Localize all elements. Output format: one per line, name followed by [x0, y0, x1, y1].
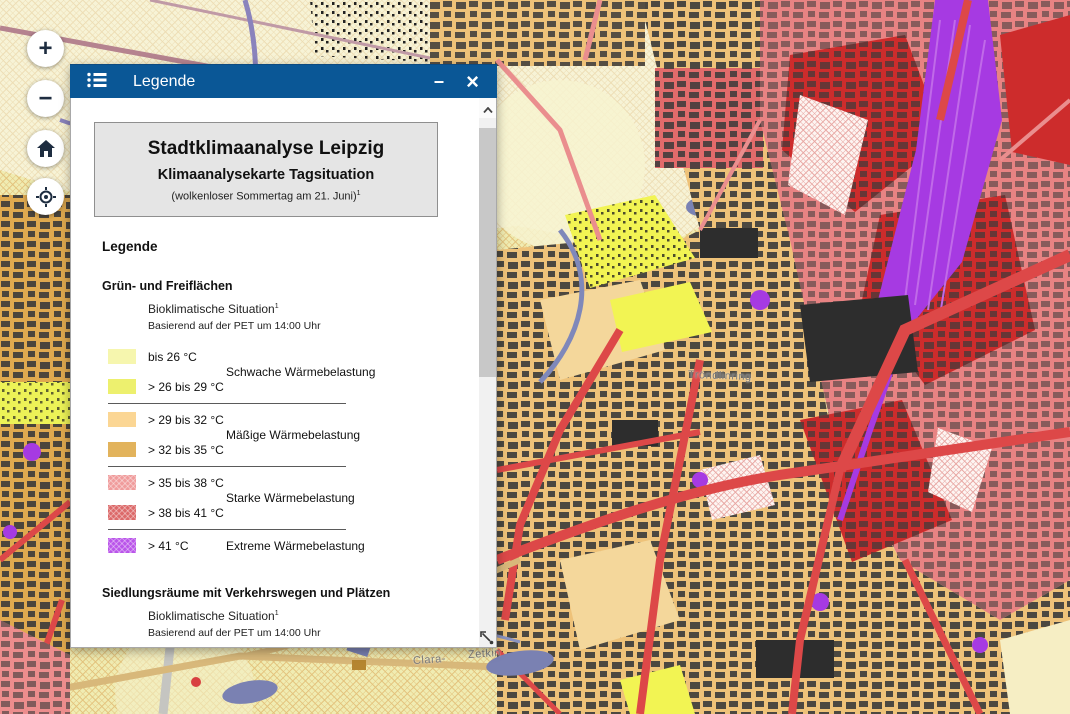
- legend-swatch: [108, 505, 136, 520]
- zoom-out-button[interactable]: −: [27, 80, 64, 117]
- legend-entry-label: > 38 bis 41 °C: [148, 506, 224, 520]
- legend-map-title: Stadtklimaanalyse Leipzig: [103, 138, 429, 160]
- map-street-label: Zetkin: [468, 647, 502, 661]
- legend-panel: Legende − × Stadtklimaanalyse Leipzig Kl…: [70, 64, 497, 648]
- legend-group: > 29 bis 32 °C > 32 bis 35 °CMäßige Wärme…: [94, 405, 469, 465]
- locate-icon: [36, 187, 56, 207]
- map-street-label: Clara-: [413, 653, 447, 667]
- legend-group: > 41 °C Extreme Wärmebelastung: [94, 531, 469, 561]
- legend-group: > 35 bis 38 °C > 38 bis 41 °CStarke Wärme…: [94, 468, 469, 528]
- plus-icon: +: [38, 35, 52, 63]
- legend-section-note: Basierend auf der PET um 14:00 Uhr: [148, 627, 469, 639]
- legend-panel-title: Legende: [133, 73, 430, 91]
- legend-entry-label: bis 26 °C: [148, 350, 197, 364]
- legend-panel-titlebar[interactable]: Legende − ×: [70, 64, 497, 98]
- legend-section-subheading: Bioklimatische Situation1: [148, 609, 469, 623]
- legend-section-heading: Grün- und Freiflächen: [102, 279, 469, 293]
- scrollbar[interactable]: [479, 98, 496, 647]
- legend-map-subtitle: Klimaanalysekarte Tagsituation: [103, 167, 429, 183]
- minus-icon: −: [38, 85, 52, 113]
- legend-group: bis 26 °C > 26 bis 29 °CSchwache Wärmebel…: [94, 342, 469, 402]
- legend-group-label: Starke Wärmebelastung: [226, 491, 355, 505]
- legend-entry-label: > 41 °C: [148, 539, 189, 553]
- legend-section-heading: Siedlungsräume mit Verkehrswegen und Plä…: [102, 586, 469, 600]
- map-street-label: Tröndlinring: [688, 369, 752, 383]
- legend-swatch: [108, 538, 136, 553]
- legend-swatch: [108, 412, 136, 427]
- legend-group-label: Extreme Wärmebelastung: [226, 539, 365, 553]
- legend-swatch: [108, 379, 136, 394]
- legend-swatch: [108, 442, 136, 457]
- legend-panel-body: Stadtklimaanalyse Leipzig Klimaanalyseka…: [70, 98, 497, 648]
- legend-separator: [108, 466, 346, 467]
- legend-separator: [108, 403, 346, 404]
- home-extent-button[interactable]: [27, 130, 64, 167]
- app-root: Clara- Zetkin Tröndlinring + −: [0, 0, 1070, 714]
- legend-swatch: [108, 475, 136, 490]
- legend-swatch: [108, 349, 136, 364]
- legend-title-box: Stadtklimaanalyse Leipzig Klimaanalyseka…: [94, 122, 438, 217]
- legend-sections: Grün- und Freiflächen Bioklimatische Situ…: [94, 279, 469, 647]
- legend-heading: Legende: [102, 239, 469, 254]
- close-button[interactable]: ×: [462, 69, 483, 95]
- legend-entry-label: > 35 bis 38 °C: [148, 476, 224, 490]
- legend-groups: bis 26 °C > 26 bis 29 °CSchwache Wärmebel…: [94, 342, 469, 561]
- legend-section-subheading: Bioklimatische Situation1: [148, 302, 469, 316]
- scroll-up-button[interactable]: [479, 98, 496, 118]
- home-icon: [37, 140, 55, 157]
- legend-entry-label: > 29 bis 32 °C: [148, 413, 224, 427]
- legend-section-note: Basierend auf der PET um 14:00 Uhr: [148, 320, 469, 332]
- legend-entry-label: > 32 bis 35 °C: [148, 443, 224, 457]
- legend-separator: [108, 529, 346, 530]
- scrollbar-thumb[interactable]: [479, 128, 496, 377]
- minimize-button[interactable]: −: [430, 71, 449, 93]
- legend-group-label: Schwache Wärmebelastung: [226, 365, 375, 379]
- legend-group-label: Mäßige Wärmebelastung: [226, 428, 360, 442]
- chevron-up-icon: [483, 101, 493, 116]
- locate-button[interactable]: [27, 178, 64, 215]
- resize-handle-icon[interactable]: [479, 630, 494, 645]
- legend-entry-label: > 26 bis 29 °C: [148, 380, 224, 394]
- zoom-in-button[interactable]: +: [27, 30, 64, 67]
- legend-map-note: (wolkenloser Sommertag am 21. Juni)1: [103, 190, 429, 203]
- legend-list-button[interactable]: [83, 70, 111, 92]
- list-icon: [87, 76, 107, 91]
- legend-content: Stadtklimaanalyse Leipzig Klimaanalyseka…: [71, 98, 479, 647]
